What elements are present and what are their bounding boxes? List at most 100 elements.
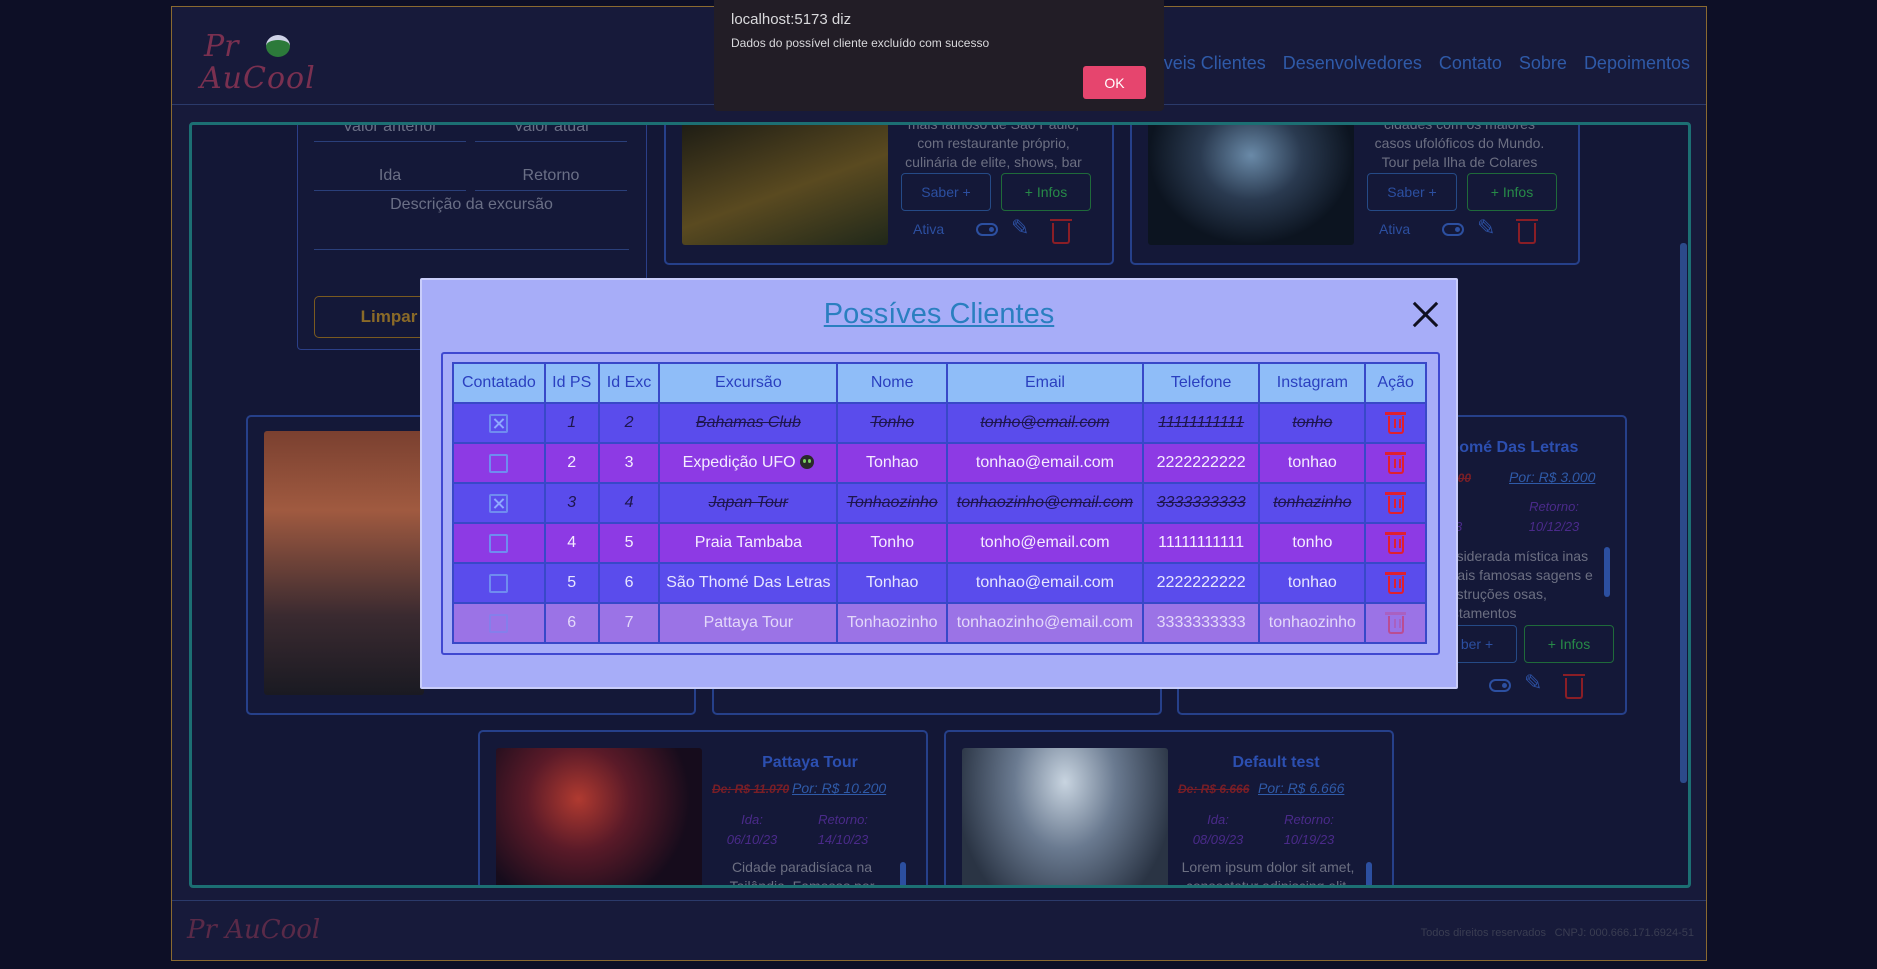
trash-icon[interactable] [1516,219,1538,244]
departure-label: Ida: [1207,812,1229,827]
column-header-telefone: Telefone [1141,362,1261,404]
table-row: 4 5 Praia Tambaba Tonho tonho@email.com … [452,522,1427,564]
trash-icon[interactable] [1050,219,1072,244]
excursion-description: considerada mística inas Gerais famosas … [1434,548,1593,621]
id-ps-cell: 1 [543,402,600,444]
trash-icon[interactable] [1384,612,1406,634]
edit-icon[interactable]: ✎ [1524,670,1542,696]
nav-item-contato[interactable]: Contato [1439,53,1502,74]
saber-mais-button[interactable]: Saber + [901,173,991,211]
email-cell: tonho@email.com [946,402,1144,444]
active-toggle[interactable] [976,223,998,236]
table-row: 1 2 Bahamas Club Tonho tonho@email.com 1… [452,402,1427,444]
nav-item-desenvolvedores[interactable]: Desenvolvedores [1283,53,1422,74]
excursion-card: cidades com os maiores casos ufolóficos … [1130,125,1580,265]
excursao-cell: Expedição UFO [658,442,839,484]
new-price: Por: R$ 3.000 [1509,469,1596,485]
status-label: Ativa [1379,221,1411,237]
table-row: 6 7 Pattaya Tour Tonhaozinho tonhaozinho… [452,602,1427,644]
clients-table: Contatado Id PS Id Exc Excursão Nome Ema… [452,362,1427,644]
alert-origin: localhost:5173 diz [731,11,852,28]
clients-modal: Possíves Clientes Contatado Id PS Id Exc… [420,278,1458,689]
descricao-textarea[interactable]: Descrição da excursão [314,192,629,250]
retorno-input[interactable]: Retorno [475,161,627,191]
edit-icon[interactable]: ✎ [1477,215,1495,241]
instagram-cell: tonhao [1258,562,1367,604]
old-price: De: R$ 11.070 [712,782,790,796]
table-row: 5 6 São Thomé Das Letras Tonhao tonhao@e… [452,562,1427,604]
return-label: Retorno: [1529,499,1579,514]
mais-infos-button[interactable]: + Infos [1524,625,1614,663]
contacted-checkbox[interactable] [489,493,509,513]
mais-infos-button[interactable]: + Infos [1001,173,1091,211]
return-label: Retorno: [818,812,868,827]
nome-cell: Tonhao [836,562,949,604]
nome-cell: Tonhao [836,442,949,484]
trash-icon[interactable] [1384,572,1406,594]
email-cell: tonhaozinho@email.com [946,482,1144,524]
acao-cell [1364,442,1427,484]
contacted-checkbox[interactable] [489,413,509,433]
panel-scrollbar[interactable] [1680,243,1687,783]
trash-icon[interactable] [1384,492,1406,514]
excursion-description: mais famoso de São Paulo, com restaurant… [905,122,1082,170]
close-icon[interactable] [1411,300,1439,328]
excursion-description: Cidade paradisíaca na Tailândia. Famosas… [729,859,875,888]
clients-table-container: Contatado Id PS Id Exc Excursão Nome Ema… [441,352,1440,655]
excursion-title: Default test [1232,754,1320,771]
valor-atual-input[interactable]: Valor atual [475,125,627,142]
contacted-checkbox[interactable] [489,533,509,553]
excursao-cell: Praia Tambaba [658,522,839,564]
contatado-cell [452,522,546,564]
return-date: 10/19/23 [1283,832,1335,847]
ida-input[interactable]: Ida [314,161,466,191]
excursion-card [712,685,1162,715]
alien-emoji-icon [800,455,815,469]
telefone-cell: 11111111111 [1141,522,1261,564]
excursion-card: Default test De: R$ 6.666 Por: R$ 6.666 … [944,730,1394,885]
contatado-cell [452,562,546,604]
excursion-title: Pattaya Tour [762,754,858,771]
contacted-checkbox[interactable] [489,453,509,473]
trash-icon[interactable] [1563,674,1585,699]
main-nav: íveis Clientes Desenvolvedores Contato S… [1159,53,1690,74]
logo[interactable]: Pr AuCool [200,19,330,99]
contacted-checkbox[interactable] [489,613,509,633]
nav-item-possiveis-clientes[interactable]: íveis Clientes [1159,53,1266,74]
id-exc-cell: 7 [597,602,661,644]
mais-infos-button[interactable]: + Infos [1467,173,1557,211]
saber-mais-button[interactable]: Saber + [1367,173,1457,211]
acao-cell [1364,402,1427,444]
excursion-card: Pattaya Tour De: R$ 11.070 Por: R$ 10.20… [478,730,928,888]
trash-icon[interactable] [1384,412,1406,434]
active-toggle[interactable] [1489,679,1511,692]
description-scrollbar[interactable] [1604,547,1610,597]
footer-rights: Todos direitos reservados [1420,927,1546,939]
trash-icon[interactable] [1384,452,1406,474]
column-header-id-exc: Id Exc [597,362,661,404]
ok-button[interactable]: OK [1083,66,1146,99]
contacted-checkbox[interactable] [489,573,509,593]
id-exc-cell: 4 [597,482,661,524]
column-header-excursao: Excursão [658,362,839,404]
return-label: Retorno: [1284,812,1334,827]
active-toggle[interactable] [1442,223,1464,236]
id-exc-cell: 2 [597,402,661,444]
description-scrollbar[interactable] [1366,862,1372,885]
footer: Pr AuCool Todos direitos reservados CNPJ… [172,900,1706,960]
coconut-icon [266,35,290,57]
excursao-cell: Pattaya Tour [658,602,839,644]
instagram-cell: tonho [1258,402,1367,444]
email-cell: tonhao@email.com [946,442,1144,484]
excursao-cell: Bahamas Club [658,402,839,444]
nome-cell: Tonho [836,522,949,564]
valor-anterior-input[interactable]: Valor anterior [314,125,466,142]
id-ps-cell: 5 [543,562,600,604]
nav-item-sobre[interactable]: Sobre [1519,53,1567,74]
alert-message: Dados do possível cliente excluído com s… [731,36,990,50]
excursion-image [496,748,702,885]
description-scrollbar[interactable] [900,862,906,885]
edit-icon[interactable]: ✎ [1011,215,1029,241]
trash-icon[interactable] [1384,532,1406,554]
nav-item-depoimentos[interactable]: Depoimentos [1584,53,1690,74]
